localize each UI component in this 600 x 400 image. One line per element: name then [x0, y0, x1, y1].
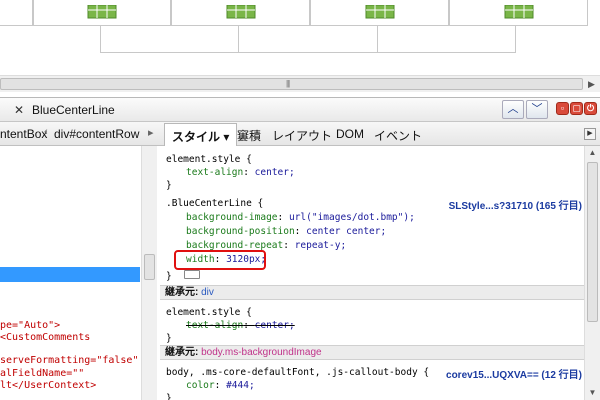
scroll-thumb[interactable]	[0, 78, 583, 90]
styles-pane: element.style { text-align: center; } .B…	[160, 146, 584, 400]
breadcrumb-separator-icon: ‹	[44, 126, 48, 138]
scroll-up-icon[interactable]: ▲	[585, 146, 600, 160]
clear-search-icon[interactable]: ✕	[14, 103, 24, 117]
unpin-icon[interactable]: ▫	[556, 102, 569, 115]
inherited-from-bar: 継承元: div	[160, 285, 584, 300]
rule-selector[interactable]: element.style {	[166, 154, 252, 165]
scroll-down-icon[interactable]: ▼	[585, 386, 600, 400]
dom-tree-line[interactable]: alFieldName=""	[0, 368, 84, 379]
rule-source-link[interactable]: SLStyle...s?31710 (165 行目)	[449, 197, 582, 212]
horizontal-scrollbar[interactable]: ||| ▶	[0, 75, 600, 92]
selected-dom-node[interactable]	[0, 267, 140, 282]
tab-bar: ntentBox ‹ div#contentRow ▸ スタイル ▾ 窶積 レイ…	[0, 122, 600, 146]
rule-source-link[interactable]: corev15...UQXVA== (12 行目)	[446, 366, 582, 381]
highlight-annotation	[174, 250, 266, 270]
org-node	[0, 0, 33, 26]
page-content-area: ||| ▶	[0, 0, 600, 97]
tab-layout[interactable]: レイアウト	[272, 127, 332, 144]
next-match-button[interactable]: ﹀	[526, 100, 548, 119]
rule-close: }	[166, 180, 172, 191]
dom-tree-pane: pe="Auto"> <CustomComments serveFormatti…	[0, 146, 160, 400]
search-input[interactable]: BlueCenterLine	[32, 103, 115, 117]
dom-tree-line[interactable]: <CustomComments	[0, 332, 90, 343]
dom-tree-scrollbar[interactable]	[141, 146, 157, 400]
org-node[interactable]	[33, 0, 171, 26]
breadcrumb-more-icon[interactable]: ▸	[148, 126, 154, 139]
grip-icon: |||	[286, 79, 290, 88]
tab-overflow-icon[interactable]: ▶	[584, 128, 596, 140]
scroll-thumb[interactable]	[587, 162, 598, 322]
tab-computed[interactable]: 窶積	[237, 127, 261, 144]
inherited-from-bar: 継承元: body.ms-backgroundImage	[160, 345, 584, 360]
scroll-right-icon[interactable]: ▶	[585, 78, 598, 90]
grid-document-icon	[87, 5, 117, 19]
rule-close: }	[166, 393, 172, 400]
org-node[interactable]	[171, 0, 310, 26]
org-node[interactable]	[310, 0, 449, 26]
rule-selector[interactable]: .BlueCenterLine {	[166, 198, 263, 209]
styles-scrollbar[interactable]: ▲ ▼	[584, 146, 600, 400]
tab-styles[interactable]: スタイル ▾	[164, 123, 238, 146]
connector-line	[515, 26, 516, 52]
dom-tree-line[interactable]: lt</UserContext>	[0, 380, 96, 391]
rule-selector[interactable]: body, .ms-core-defaultFont, .js-callout-…	[166, 367, 429, 378]
overridden-declaration[interactable]: text-align: center;	[186, 320, 295, 331]
connector-line	[100, 26, 101, 52]
grid-document-icon	[504, 5, 533, 19]
connector-line	[238, 26, 239, 52]
rule-close: }	[166, 271, 172, 282]
breadcrumb-item[interactable]: ntentBox	[0, 127, 47, 141]
developer-tools: ✕ BlueCenterLine ︿ ﹀ ▫ ▢ ⏻ ntentBox ‹ di…	[0, 97, 600, 400]
edit-tooltip-box	[184, 270, 200, 279]
connector-line	[377, 26, 378, 52]
close-devtools-icon[interactable]: ⏻	[584, 102, 597, 115]
tab-events[interactable]: イベント	[374, 127, 422, 144]
search-bar: ✕ BlueCenterLine ︿ ﹀ ▫ ▢ ⏻	[0, 98, 600, 122]
restore-icon[interactable]: ▢	[570, 102, 583, 115]
tab-dom[interactable]: DOM	[336, 127, 364, 141]
style-declaration[interactable]: background-position: center center;	[186, 226, 386, 237]
breadcrumb-item[interactable]: div#contentRow	[54, 127, 139, 141]
dom-tree-line[interactable]: pe="Auto">	[0, 320, 60, 331]
grid-document-icon	[365, 5, 394, 19]
style-declaration[interactable]: text-align: center;	[186, 167, 295, 178]
rule-close: }	[166, 333, 172, 344]
style-declaration[interactable]: color: #444;	[186, 380, 255, 391]
org-chart-row-1	[0, 0, 600, 26]
grid-document-icon	[226, 5, 255, 19]
connector-line	[100, 52, 516, 53]
dom-tree-line[interactable]: serveFormatting="false"	[0, 355, 138, 366]
org-node[interactable]	[449, 0, 588, 26]
scroll-thumb[interactable]	[144, 254, 155, 280]
rule-selector[interactable]: element.style {	[166, 307, 252, 318]
previous-match-button[interactable]: ︿	[502, 100, 524, 119]
style-declaration[interactable]: background-image: url("images/dot.bmp");	[186, 212, 415, 223]
